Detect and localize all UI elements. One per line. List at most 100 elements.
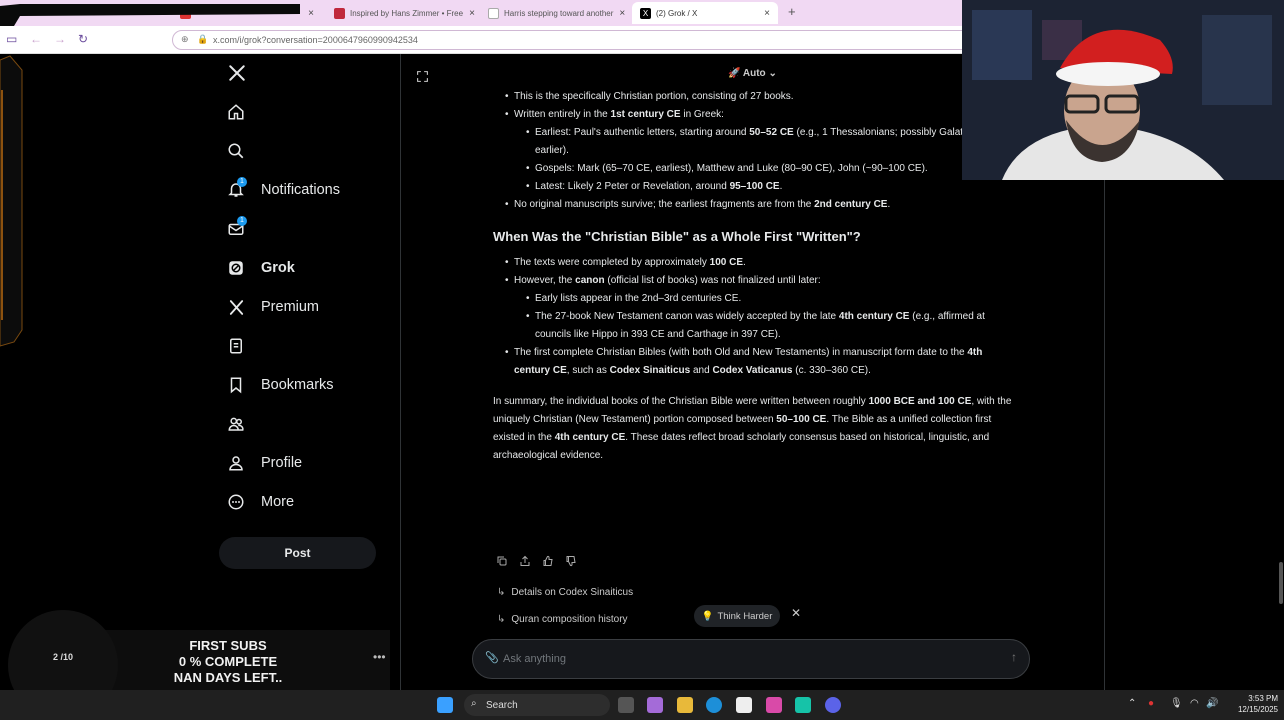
x-logo-icon[interactable] bbox=[226, 62, 248, 84]
post-button[interactable]: Post bbox=[219, 537, 376, 569]
sidebar-item-bookmarks[interactable]: Bookmarks bbox=[225, 371, 334, 399]
rocket-icon: 🚀 bbox=[728, 68, 741, 79]
suggestion-label: Details on Codex Sinaiticus bbox=[511, 587, 634, 598]
browser-tab[interactable]: × bbox=[172, 2, 322, 24]
bullet-item: The texts were completed by approximatel… bbox=[493, 254, 1013, 272]
share-icon[interactable] bbox=[519, 554, 531, 572]
more-circle-icon bbox=[225, 491, 247, 513]
url-field[interactable]: ⊕ 🔒 x.com/i/grok?conversation=2000647960… bbox=[172, 30, 972, 50]
browser-tab-active[interactable]: X (2) Grok / X × bbox=[632, 2, 778, 24]
subs-goal-line: NAN DAYS LEFT.. bbox=[173, 670, 283, 685]
list-icon bbox=[225, 335, 247, 357]
sidebar-item-communities[interactable] bbox=[225, 410, 261, 438]
sidebar-toggle-icon[interactable]: ▭ bbox=[6, 32, 17, 46]
browser-tab[interactable]: Inspired by Hans Zimmer • Free × bbox=[326, 2, 476, 24]
sidebar-item-premium[interactable]: Premium bbox=[225, 293, 319, 321]
sidebar-item-grok[interactable]: Grok bbox=[225, 254, 295, 282]
close-icon[interactable]: × bbox=[302, 8, 314, 19]
search-icon: ⌕ bbox=[471, 698, 477, 709]
browser-tab[interactable]: Harris stepping toward another × bbox=[480, 2, 628, 24]
copy-icon[interactable] bbox=[496, 554, 508, 572]
paperclip-icon[interactable]: 📎 bbox=[485, 651, 499, 664]
response-heading: When Was the "Christian Bible" as a Whol… bbox=[493, 229, 861, 244]
forward-icon[interactable]: → bbox=[54, 32, 66, 46]
browser-app-icon[interactable] bbox=[766, 697, 782, 713]
thumbs-up-icon[interactable] bbox=[542, 554, 554, 572]
sidebar-item-profile[interactable]: Profile bbox=[225, 449, 302, 477]
sidebar-item-messages[interactable]: 1 bbox=[225, 215, 261, 243]
clock-date: 12/15/2025 bbox=[1237, 705, 1278, 714]
clock-time: 3:53 PM bbox=[1248, 694, 1278, 703]
x-logo-icon: X bbox=[640, 7, 651, 19]
microphone-icon[interactable]: 🎙 bbox=[1170, 698, 1183, 709]
back-icon[interactable]: ← bbox=[30, 32, 42, 46]
windows-taskbar: ⌕ Search ⌃ ● 🎙 ◠ 🔊 3:53 PM 12/15/2025 bbox=[0, 690, 1284, 720]
sidebar-item-notifications[interactable]: 1 Notifications bbox=[225, 176, 340, 204]
bell-icon: 1 bbox=[225, 177, 247, 201]
url-text: x.com/i/grok?conversation=20006479609909… bbox=[213, 35, 418, 45]
bullet-item: However, the canon (official list of boo… bbox=[493, 272, 1013, 290]
file-explorer-icon[interactable] bbox=[677, 697, 693, 713]
search-icon bbox=[225, 140, 247, 162]
tray-app-icon[interactable]: ● bbox=[1148, 698, 1154, 709]
taskbar-search-label: Search bbox=[486, 699, 518, 711]
windows-start-icon[interactable] bbox=[437, 697, 453, 713]
home-icon bbox=[225, 101, 247, 123]
taskbar-search[interactable]: ⌕ Search bbox=[464, 694, 610, 716]
close-icon[interactable]: × bbox=[613, 8, 625, 19]
expand-icon[interactable] bbox=[416, 70, 429, 88]
close-icon[interactable]: × bbox=[758, 8, 770, 19]
webcam-overlay bbox=[962, 0, 1284, 180]
app-icon[interactable] bbox=[795, 697, 811, 713]
close-icon[interactable]: ✕ bbox=[787, 606, 805, 626]
tab-favicon bbox=[488, 7, 499, 19]
model-selector[interactable]: 🚀 Auto ⌄ bbox=[728, 68, 777, 79]
sidebar-item-explore[interactable] bbox=[225, 137, 261, 165]
thumbs-down-icon[interactable] bbox=[565, 554, 577, 572]
more-options-icon[interactable]: ••• bbox=[373, 650, 386, 664]
sidebar-item-home[interactable] bbox=[225, 98, 261, 126]
sidebar-divider bbox=[400, 54, 401, 690]
bullet-item: The first complete Christian Bibles (wit… bbox=[493, 344, 1013, 380]
send-arrow-icon[interactable]: ↑ bbox=[1011, 650, 1017, 664]
scrollbar-thumb[interactable] bbox=[1279, 562, 1283, 604]
subs-goal-line: 0 % COMPLETE bbox=[178, 654, 278, 669]
reload-icon[interactable]: ↻ bbox=[78, 32, 88, 46]
edge-icon[interactable] bbox=[706, 697, 722, 713]
model-selector-label: Auto bbox=[742, 68, 766, 79]
copilot-icon[interactable] bbox=[647, 697, 663, 713]
bullet-item: Written entirely in the 1st century CE i… bbox=[493, 106, 1013, 124]
taskbar-clock[interactable]: 3:53 PM 12/15/2025 bbox=[1226, 693, 1278, 715]
task-view-icon[interactable] bbox=[618, 697, 634, 713]
suggestion-item[interactable]: ↳ Details on Codex Sinaiticus bbox=[497, 587, 633, 598]
tab-favicon bbox=[180, 7, 191, 19]
sidebar-item-label: More bbox=[261, 494, 295, 510]
close-icon[interactable]: × bbox=[463, 8, 475, 19]
think-harder-label: Think Harder bbox=[717, 610, 773, 622]
response-actions bbox=[496, 554, 577, 572]
site-info-icon[interactable]: ⊕ bbox=[181, 34, 189, 45]
discord-icon[interactable] bbox=[825, 697, 841, 713]
suggestion-item[interactable]: ↳ Quran composition history bbox=[497, 614, 628, 625]
think-harder-button[interactable]: 💡 Think Harder bbox=[694, 605, 780, 627]
message-badge: 1 bbox=[237, 216, 247, 226]
store-icon[interactable] bbox=[736, 697, 752, 713]
wifi-icon[interactable]: ◠ bbox=[1190, 698, 1199, 709]
ask-box: 📎 ↑ bbox=[472, 639, 1030, 679]
close-icon[interactable]: × bbox=[150, 8, 162, 19]
sidebar-item-label: Grok bbox=[261, 260, 295, 276]
suggestion-label: Quran composition history bbox=[511, 614, 628, 625]
volume-icon[interactable]: 🔊 bbox=[1206, 698, 1218, 709]
browser-tab[interactable]: × bbox=[0, 2, 170, 24]
sidebar-item-label: Notifications bbox=[261, 182, 340, 198]
subs-goal-line: FIRST SUBS bbox=[189, 638, 267, 653]
subs-badge-text: 2 /10 bbox=[52, 652, 74, 662]
sub-bullet-item: The 27-book New Testament canon was wide… bbox=[493, 308, 1013, 344]
sidebar-item-lists[interactable] bbox=[225, 332, 261, 360]
ask-input[interactable] bbox=[503, 650, 983, 668]
tray-chevron-icon[interactable]: ⌃ bbox=[1128, 698, 1136, 709]
grok-icon bbox=[225, 257, 247, 279]
new-tab-icon[interactable]: + bbox=[788, 4, 796, 19]
sidebar-item-more[interactable]: More bbox=[225, 488, 294, 516]
lock-icon: 🔒 bbox=[197, 34, 209, 44]
